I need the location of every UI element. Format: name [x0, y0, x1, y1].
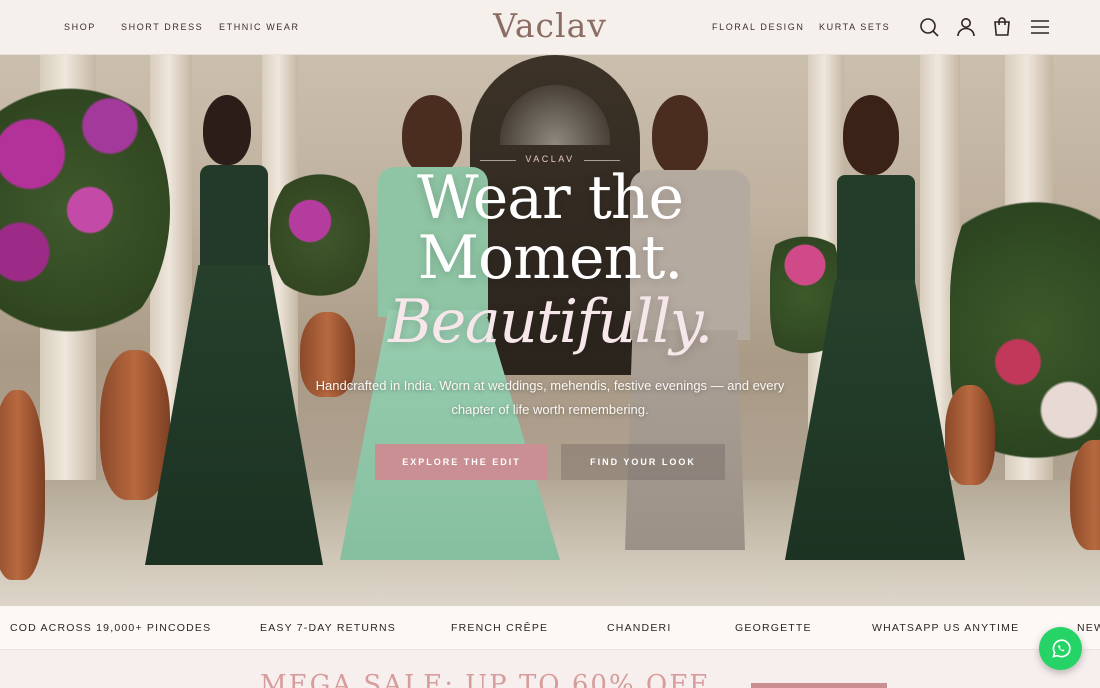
mega-sale-heading: MEGA SALE: UP TO 60% OFF — [260, 670, 710, 688]
nav-floral-design[interactable]: FLORAL DESIGN — [712, 22, 804, 32]
brand-logo[interactable]: Vaclav — [490, 6, 610, 45]
ticker-item: FRENCH CRÊPE — [451, 622, 549, 634]
ticker-item: CHANDERI — [607, 622, 672, 634]
ticker-item: EASY 7-DAY RETURNS — [260, 622, 396, 634]
ticker-item: GEORGETTE — [735, 622, 812, 634]
nav-short-dress[interactable]: SHORT DRESS — [121, 22, 203, 32]
hero-headline-italic: Beautifully. — [388, 287, 713, 357]
usp-ticker: COD ACROSS 19,000+ PINCODES EASY 7-DAY R… — [0, 606, 1100, 650]
ticker-item: NEW — [1077, 622, 1100, 634]
eyebrow-line-right — [584, 160, 620, 161]
headline-line-1: Wear the — [416, 163, 684, 233]
menu-icon[interactable] — [1028, 15, 1052, 39]
terracotta-pot — [0, 390, 45, 580]
whatsapp-icon — [1051, 638, 1071, 658]
nav-ethnic-wear[interactable]: ETHNIC WEAR — [219, 22, 300, 32]
mega-sale-banner: MEGA SALE: UP TO 60% OFF — [0, 650, 1100, 688]
terracotta-pot — [1070, 440, 1100, 550]
nav-shop[interactable]: SHOP — [64, 22, 96, 32]
cart-icon[interactable] — [990, 15, 1014, 39]
sale-cta-button[interactable] — [751, 683, 887, 688]
hero-headline: Wear the Moment. — [300, 168, 800, 288]
ticker-item: WHATSAPP US ANYTIME — [872, 622, 1020, 634]
site-header: SHOP SHORT DRESS ETHNIC WEAR Vaclav FLOR… — [0, 0, 1100, 55]
find-your-look-button[interactable]: FIND YOUR LOOK — [561, 444, 725, 480]
whatsapp-chat-button[interactable] — [1039, 627, 1082, 670]
hero-subtext: Handcrafted in India. Worn at weddings, … — [315, 378, 785, 417]
search-icon[interactable] — [917, 15, 941, 39]
explore-the-edit-button[interactable]: EXPLORE THE EDIT — [375, 444, 548, 480]
model-green-dress-front — [785, 95, 965, 580]
ticker-item: COD ACROSS 19,000+ PINCODES — [10, 622, 212, 634]
nav-kurta-sets[interactable]: KURTA SETS — [819, 22, 890, 32]
account-icon[interactable] — [954, 15, 978, 39]
headline-line-2: Moment. — [417, 223, 684, 293]
model-green-dress-back — [145, 95, 325, 585]
